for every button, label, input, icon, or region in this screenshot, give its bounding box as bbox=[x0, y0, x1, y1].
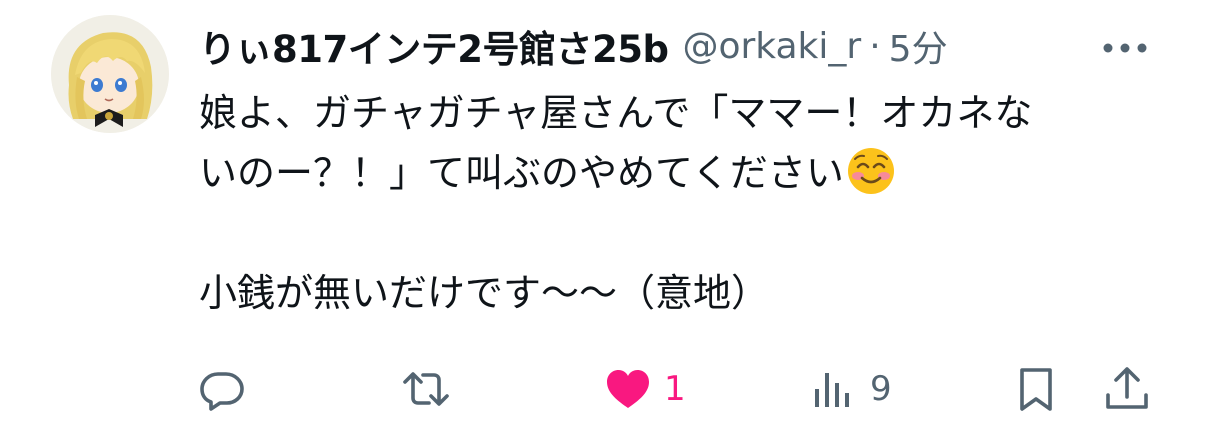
tweet-text-line: 娘よ、ガチャガチャ屋さんで「ママー！オカネな bbox=[199, 91, 1033, 135]
views-count: 9 bbox=[870, 369, 892, 409]
like-button[interactable]: 1 bbox=[604, 354, 686, 424]
heart-icon bbox=[607, 370, 649, 408]
tweet-header: りぃ817インテ2号館さ25b @orkaki_r · 5分 bbox=[199, 18, 948, 74]
share-icon bbox=[1106, 367, 1148, 409]
tweet[interactable]: りぃ817インテ2号館さ25b @orkaki_r · 5分 娘よ、ガチャガチャ… bbox=[0, 0, 1206, 441]
user-handle[interactable]: @orkaki_r bbox=[682, 26, 861, 67]
smiling-face-emoji-icon bbox=[846, 146, 896, 196]
analytics-icon bbox=[815, 373, 849, 407]
retweet-button[interactable] bbox=[402, 354, 462, 424]
more-options-button[interactable] bbox=[1098, 28, 1152, 68]
tweet-text-line: いのー？！」て叫ぶのやめてください bbox=[199, 151, 844, 195]
more-icon bbox=[1103, 43, 1147, 53]
tweet-text-line: 小銭が無いだけです〜〜（意地） bbox=[199, 271, 770, 315]
retweet-icon bbox=[403, 372, 449, 406]
bookmark-icon bbox=[1020, 368, 1052, 411]
bookmark-button[interactable] bbox=[1012, 354, 1060, 424]
timestamp[interactable]: 5分 bbox=[889, 20, 948, 72]
tweet-text: 娘よ、ガチャガチャ屋さんで「ママー！オカネな いのー？！」て叫ぶのやめてください… bbox=[199, 83, 1159, 323]
display-name[interactable]: りぃ817インテ2号館さ25b bbox=[199, 19, 669, 73]
tweet-text-line-with-emoji: いのー？！」て叫ぶのやめてください bbox=[199, 143, 1159, 203]
like-count: 1 bbox=[664, 369, 686, 409]
avatar[interactable] bbox=[51, 15, 169, 133]
separator-dot: · bbox=[869, 25, 881, 67]
tweet-actions: 1 9 bbox=[0, 354, 1206, 424]
reply-icon bbox=[200, 372, 244, 411]
avatar-image bbox=[51, 15, 169, 133]
views-button[interactable]: 9 bbox=[810, 354, 892, 424]
share-button[interactable] bbox=[1103, 354, 1151, 424]
reply-button[interactable] bbox=[198, 354, 258, 424]
